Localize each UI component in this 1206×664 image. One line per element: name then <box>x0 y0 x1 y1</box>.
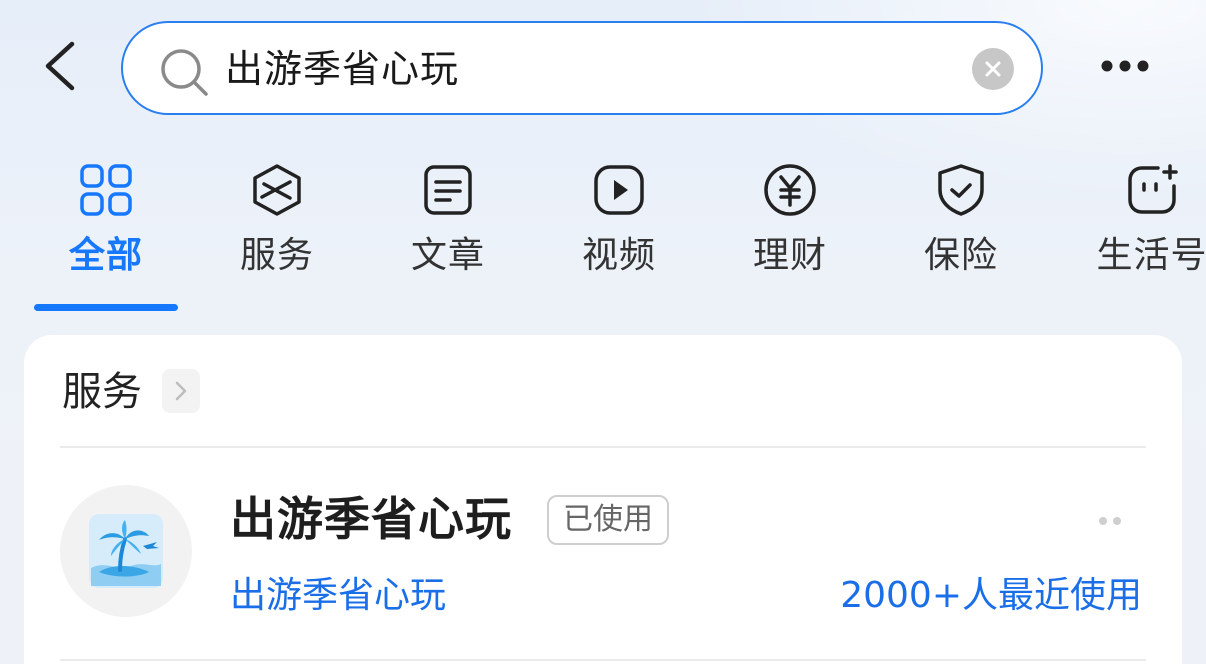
tab-videos[interactable]: 视频 <box>544 160 694 290</box>
clear-search-button[interactable] <box>972 48 1014 90</box>
tab-services[interactable]: 服务 <box>202 160 352 290</box>
service-result-item[interactable]: 出游季省心玩 已使用 <box>24 447 1182 659</box>
tab-wealth[interactable]: 理财 <box>715 160 865 290</box>
tab-label: 服务 <box>239 235 314 276</box>
active-tab-indicator <box>34 304 178 311</box>
search-box[interactable]: 出游季省心玩 <box>121 21 1043 115</box>
tab-label: 理财 <box>752 235 827 276</box>
tab-label: 全部 <box>68 235 143 276</box>
tab-articles[interactable]: 文章 <box>373 160 523 290</box>
more-options-button[interactable] <box>1098 52 1152 80</box>
usage-count: 2000+人最近使用 <box>840 575 1142 616</box>
tab-insurance[interactable]: 保险 <box>886 160 1036 290</box>
chevron-left-icon <box>45 41 75 91</box>
tab-all[interactable]: 全部 <box>31 160 181 290</box>
back-button[interactable] <box>38 38 82 94</box>
tab-label: 保险 <box>923 235 998 276</box>
service-title: 出游季省心玩 <box>230 492 512 546</box>
tab-label: 文章 <box>410 235 485 276</box>
more-dots-icon <box>1099 517 1121 525</box>
search-input[interactable]: 出游季省心玩 <box>225 45 459 93</box>
tab-life-account[interactable]: 生活号 <box>1077 160 1206 290</box>
article-icon <box>418 160 478 220</box>
close-icon <box>985 61 1001 77</box>
services-card: 服务 出游季省心玩 已使用 出游季省心玩 2000+人最近使用 <box>24 335 1182 664</box>
item-more-button[interactable] <box>1094 511 1126 531</box>
life-account-icon <box>1122 160 1182 220</box>
search-icon <box>157 45 211 99</box>
tab-label: 生活号 <box>1096 235 1206 276</box>
shield-check-icon <box>931 160 991 220</box>
yuan-coin-icon <box>760 160 820 220</box>
palm-island-icon <box>89 514 163 588</box>
service-logo <box>60 485 192 617</box>
service-cube-icon <box>247 160 307 220</box>
video-play-icon <box>589 160 649 220</box>
chevron-right-icon <box>175 381 187 401</box>
used-badge: 已使用 <box>547 495 669 545</box>
section-title: 服务 <box>62 369 142 415</box>
more-dots-icon <box>1101 60 1149 72</box>
service-subtitle[interactable]: 出游季省心玩 <box>230 573 446 619</box>
grid-icon <box>76 160 136 220</box>
tab-label: 视频 <box>581 235 656 276</box>
divider <box>60 659 1146 661</box>
section-more-button[interactable] <box>162 369 200 413</box>
